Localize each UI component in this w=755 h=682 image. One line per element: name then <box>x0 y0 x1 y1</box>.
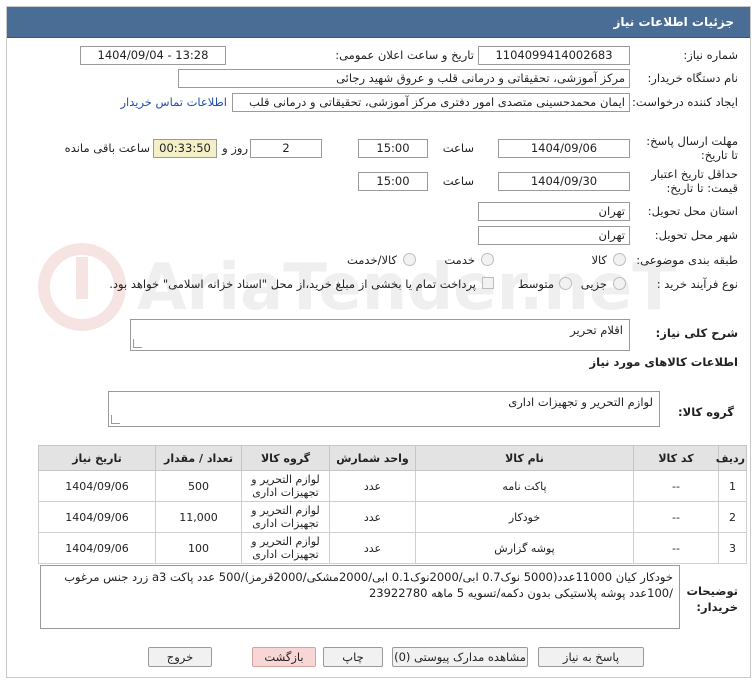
resize-grip-icon[interactable] <box>133 339 142 348</box>
reply-button[interactable]: پاسخ به نیاز <box>538 647 644 667</box>
validity-time-label: ساعت <box>442 174 474 188</box>
cell-row-no: 3 <box>718 532 747 564</box>
announce-datetime-field: 1404/09/04 - 13:28 <box>80 46 226 65</box>
summary-label: شرح کلی نیاز: <box>655 326 738 340</box>
table-row: 3 -- پوشه گزارش عدد لوازم التحریر و تجهی… <box>38 532 747 564</box>
goods-group-label: گروه کالا: <box>678 405 734 419</box>
category-option-goods-service: کالا/خدمت <box>346 253 397 267</box>
cell-date: 1404/09/06 <box>38 501 156 533</box>
deadline-time-field: 15:00 <box>358 139 428 158</box>
col-header-quantity: تعداد / مقدار <box>155 445 242 471</box>
col-header-unit: واحد شمارش <box>329 445 416 471</box>
table-row: 2 -- خودکار عدد لوازم التحریر و تجهیزات … <box>38 501 747 533</box>
col-header-code: کد کالا <box>633 445 719 471</box>
validity-date-field: 1404/09/30 <box>498 172 630 191</box>
summary-text: اقلام تحریر <box>570 323 623 337</box>
process-radio-medium[interactable] <box>559 277 572 290</box>
back-button[interactable]: بازگشت <box>252 647 316 667</box>
col-header-row-no: ردیف <box>716 445 747 471</box>
category-option-goods: کالا <box>591 253 607 267</box>
buyer-notes-line-2: /100عدد پوشه پلاستیکی بدون دکمه/تسویه 5 … <box>368 586 673 600</box>
need-number-label: شماره نیاز: <box>683 48 738 62</box>
print-button[interactable]: چاپ <box>323 647 383 667</box>
cell-code: -- <box>633 532 719 564</box>
col-header-name: نام کالا <box>415 445 634 471</box>
category-radio-goods-service[interactable] <box>403 253 416 266</box>
validity-time-field: 15:00 <box>358 172 428 191</box>
cell-group: لوازم التحریر و تجهیزات اداری <box>241 532 330 564</box>
cell-date: 1404/09/06 <box>38 532 156 564</box>
cell-group: لوازم التحریر و تجهیزات اداری <box>241 501 330 533</box>
summary-textarea[interactable]: اقلام تحریر <box>130 319 630 351</box>
announce-label: تاریخ و ساعت اعلان عمومی: <box>335 48 474 62</box>
table-header-row: ردیف کد کالا نام کالا واحد شمارش گروه کا… <box>38 445 747 471</box>
goods-heading: اطلاعات کالاهای مورد نیاز <box>589 355 738 369</box>
deadline-time-label: ساعت <box>442 141 474 155</box>
process-option-medium: متوسط <box>517 277 554 291</box>
items-table: ردیف کد کالا نام کالا واحد شمارش گروه کا… <box>38 445 747 564</box>
treasury-payment-note: پرداخت تمام یا بخشی از مبلغ خرید،از محل … <box>109 277 476 291</box>
category-option-service: خدمت <box>444 253 475 267</box>
title-bar: جزئیات اطلاعات نیاز <box>7 7 750 38</box>
days-label: روز و <box>222 141 248 155</box>
requester-label: ایجاد کننده درخواست: <box>632 95 738 109</box>
cell-code: -- <box>633 470 719 502</box>
province-label: استان محل تحویل: <box>647 204 738 218</box>
deadline-label: مهلت ارسال پاسخ: تا تاریخ: <box>646 134 738 162</box>
goods-group-textarea[interactable]: لوازم التحریر و تجهیزات اداری <box>108 391 660 427</box>
remaining-time-field: 00:33:50 <box>153 139 217 158</box>
cell-date: 1404/09/06 <box>38 470 156 502</box>
process-label: نوع فرآیند خرید : <box>656 277 738 291</box>
goods-group-text: لوازم التحریر و تجهیزات اداری <box>508 395 653 409</box>
category-radio-service[interactable] <box>481 253 494 266</box>
validity-label: حداقل تاریخ اعتبار قیمت: تا تاریخ: <box>651 167 738 195</box>
exit-button[interactable]: خروج <box>148 647 212 667</box>
need-number-field: 1104099414002683 <box>478 46 630 65</box>
need-details-panel: جزئیات اطلاعات نیاز AriaTender.neT شماره… <box>6 6 751 678</box>
buyer-org-label: نام دستگاه خریدار: <box>647 71 738 85</box>
buyer-notes-textarea[interactable]: خودکار کیان 11000عدد(5000 نوک0.7 ابی/200… <box>40 565 680 629</box>
days-remaining-field: 2 <box>250 139 322 158</box>
deadline-date-field: 1404/09/06 <box>498 139 630 158</box>
col-header-date: تاریخ نیاز <box>38 445 156 471</box>
view-attachments-button[interactable]: مشاهده مدارک پیوستی (0) <box>392 647 528 667</box>
buyer-notes-line-1: خودکار کیان 11000عدد(5000 نوک0.7 ابی/200… <box>64 570 673 584</box>
table-row: 1 -- پاکت نامه عدد لوازم التحریر و تجهیز… <box>38 470 747 502</box>
cell-name: پاکت نامه <box>415 470 634 502</box>
category-radio-goods[interactable] <box>613 253 626 266</box>
city-label: شهر محل تحویل: <box>654 228 738 242</box>
requester-field: ایمان محمدحسینی متصدی امور دفتری مرکز آم… <box>232 93 630 112</box>
process-option-minor: جزیی <box>580 277 607 291</box>
cell-name: پوشه گزارش <box>415 532 634 564</box>
cell-unit: عدد <box>329 501 416 533</box>
buyer-org-field: مرکز آموزشی، تحقیقاتی و درمانی قلب و عرو… <box>178 69 630 88</box>
buyer-contact-link[interactable]: اطلاعات تماس خریدار <box>120 95 227 109</box>
remaining-time-label: ساعت باقی مانده <box>64 141 150 155</box>
col-header-group: گروه کالا <box>241 445 330 471</box>
page-title: جزئیات اطلاعات نیاز <box>613 15 734 29</box>
process-radio-minor[interactable] <box>613 277 626 290</box>
treasury-payment-checkbox[interactable] <box>482 277 494 289</box>
cell-row-no: 2 <box>718 501 747 533</box>
city-field: تهران <box>478 226 630 245</box>
category-label: طبقه بندی موضوعی: <box>636 253 738 267</box>
cell-quantity: 500 <box>155 470 242 502</box>
buyer-notes-label: توضیحات خریدار: <box>686 584 739 614</box>
cell-code: -- <box>633 501 719 533</box>
cell-quantity: 11,000 <box>155 501 242 533</box>
cell-quantity: 100 <box>155 532 242 564</box>
cell-unit: عدد <box>329 470 416 502</box>
resize-grip-icon[interactable] <box>111 415 120 424</box>
cell-row-no: 1 <box>718 470 747 502</box>
cell-group: لوازم التحریر و تجهیزات اداری <box>241 470 330 502</box>
cell-unit: عدد <box>329 532 416 564</box>
province-field: تهران <box>478 202 630 221</box>
cell-name: خودکار <box>415 501 634 533</box>
